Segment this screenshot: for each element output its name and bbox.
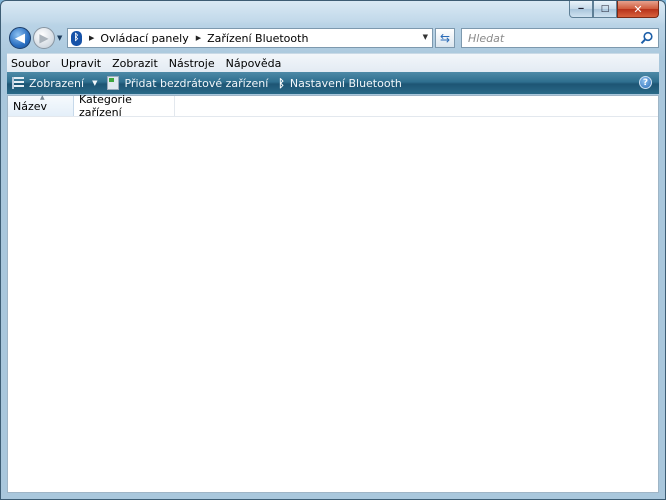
search-icon[interactable]	[640, 31, 654, 45]
forward-button[interactable]: ▶	[33, 27, 55, 49]
navigation-bar: ◀ ▶ ▼ ᛒ ▶ Ovládací panely ▶ Zařízení Blu…	[1, 23, 665, 53]
close-button[interactable]: ✕	[617, 1, 659, 18]
sort-indicator-icon: ▲	[40, 94, 45, 101]
add-wireless-device-button[interactable]: Přidat bezdrátové zařízení	[102, 72, 273, 94]
column-header-category[interactable]: Kategorie zařízení	[74, 93, 175, 119]
recent-pages-dropdown-icon[interactable]: ▼	[57, 34, 62, 42]
column-header-name-label: Název	[13, 99, 48, 113]
menu-tools[interactable]: Nástroje	[165, 57, 219, 70]
breadcrumb-control-panel[interactable]: Ovládací panely	[100, 32, 188, 45]
menu-help[interactable]: Nápověda	[222, 57, 286, 70]
add-device-label: Přidat bezdrátové zařízení	[124, 76, 269, 90]
bluetooth-icon: ᛒ	[71, 30, 82, 46]
add-device-icon	[107, 76, 120, 90]
minimize-button[interactable]: ‒	[569, 1, 593, 18]
views-dropdown-icon[interactable]: ▼	[92, 79, 97, 87]
breadcrumb-bluetooth-devices[interactable]: Zařízení Bluetooth	[207, 32, 308, 45]
column-headers: ▲ Název Kategorie zařízení	[8, 93, 658, 119]
menu-file[interactable]: Soubor	[7, 57, 54, 70]
help-icon[interactable]: ?	[639, 76, 652, 89]
bluetooth-settings-label: Nastavení Bluetooth	[289, 76, 402, 90]
bluetooth-settings-button[interactable]: ᛒ Nastavení Bluetooth	[273, 72, 407, 94]
views-label: Zobrazení	[29, 76, 85, 90]
address-dropdown-icon[interactable]: ▼	[423, 33, 428, 41]
column-header-category-label: Kategorie zařízení	[79, 93, 132, 119]
views-icon	[12, 77, 24, 89]
bluetooth-icon: ᛒ	[278, 76, 285, 90]
breadcrumb-chevron-icon[interactable]: ▶	[196, 34, 201, 42]
views-button[interactable]: Zobrazení ▼	[7, 72, 102, 94]
menu-bar: Soubor Upravit Zobrazit Nástroje Nápověd…	[7, 53, 659, 72]
column-header-name[interactable]: ▲ Název	[8, 94, 74, 116]
menu-edit[interactable]: Upravit	[57, 57, 105, 70]
file-list[interactable]: ▲ Název Kategorie zařízení	[7, 93, 659, 493]
refresh-button[interactable]: ⇆	[435, 28, 455, 48]
address-bar[interactable]: ᛒ ▶ Ovládací panely ▶ Zařízení Bluetooth…	[67, 28, 433, 48]
breadcrumb-chevron-icon[interactable]: ▶	[89, 34, 94, 42]
back-button[interactable]: ◀	[9, 27, 31, 49]
search-box	[461, 28, 659, 48]
menu-view[interactable]: Zobrazit	[108, 57, 162, 70]
maximize-button[interactable]: □	[593, 1, 617, 18]
window-controls: ‒ □ ✕	[569, 1, 659, 19]
explorer-window: ‒ □ ✕ ◀ ▶ ▼ ᛒ ▶ Ovládací panely ▶ Zaříze…	[0, 0, 666, 500]
command-bar: Zobrazení ▼ Přidat bezdrátové zařízení ᛒ…	[7, 72, 659, 94]
search-input[interactable]	[466, 30, 640, 46]
